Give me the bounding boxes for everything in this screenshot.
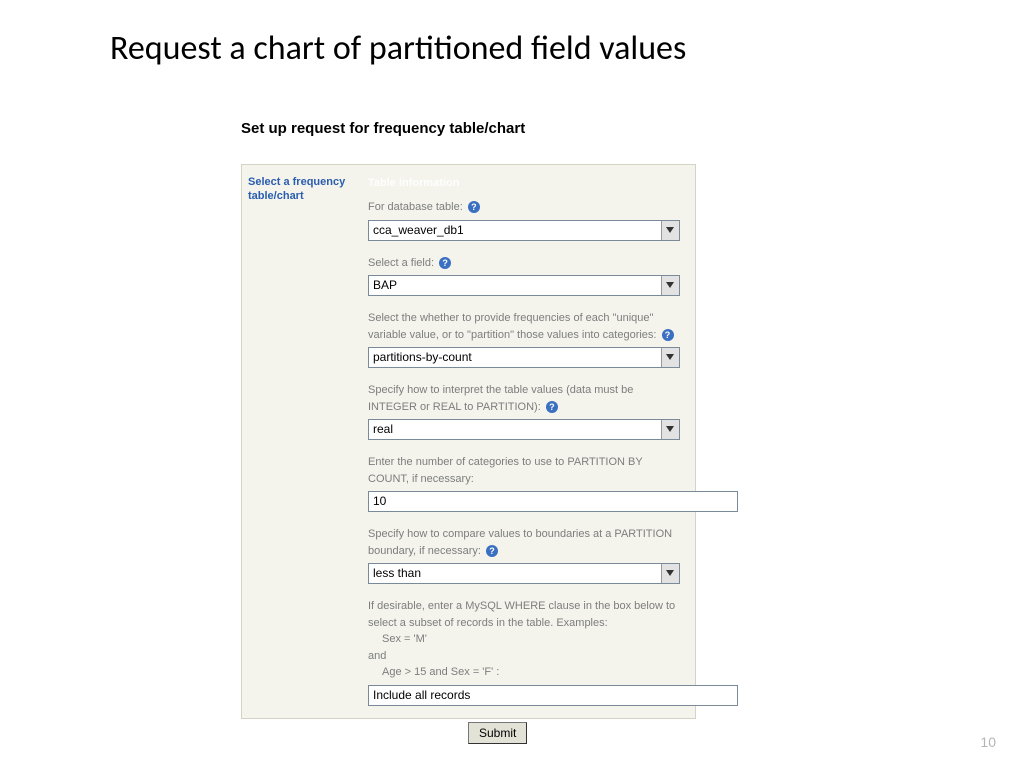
cmp-label: Specify how to compare values to boundar… — [368, 526, 681, 559]
section-heading: Table information — [368, 177, 681, 189]
field-label: Select a field: ? — [368, 255, 681, 272]
cmp-value: less than — [373, 566, 421, 580]
db-table-select[interactable]: cca_weaver_db1 — [368, 220, 680, 241]
page-title: Request a chart of partitioned field val… — [110, 28, 686, 69]
ncat-label: Enter the number of categories to use to… — [368, 454, 681, 487]
help-icon[interactable]: ? — [486, 545, 498, 557]
form-heading: Set up request for frequency table/chart — [241, 120, 525, 137]
mode-value: partitions-by-count — [373, 350, 472, 364]
chevron-down-icon — [661, 276, 679, 295]
dtype-label: Specify how to interpret the table value… — [368, 382, 681, 415]
chevron-down-icon — [661, 221, 679, 240]
where-input[interactable]: Include all records — [368, 685, 738, 706]
db-table-label: For database table: ? — [368, 199, 681, 216]
dtype-select[interactable]: real — [368, 419, 680, 440]
field-select[interactable]: BAP — [368, 275, 680, 296]
mode-select[interactable]: partitions-by-count — [368, 347, 680, 368]
dtype-value: real — [373, 422, 393, 436]
chevron-down-icon — [661, 564, 679, 583]
where-help-text: If desirable, enter a MySQL WHERE clause… — [368, 598, 681, 681]
chevron-down-icon — [661, 348, 679, 367]
chevron-down-icon — [661, 420, 679, 439]
help-icon[interactable]: ? — [439, 257, 451, 269]
ncat-input[interactable]: 10 — [368, 491, 738, 512]
help-icon[interactable]: ? — [546, 401, 558, 413]
submit-button[interactable]: Submit — [468, 722, 527, 744]
help-icon[interactable]: ? — [662, 329, 674, 341]
db-table-value: cca_weaver_db1 — [373, 223, 464, 237]
field-value: BAP — [373, 278, 397, 292]
form-panel: Select a frequency table/chart Table inf… — [241, 164, 696, 719]
page-number: 10 — [980, 734, 996, 750]
sidebar-step-label: Select a frequency table/chart — [242, 165, 362, 204]
cmp-select[interactable]: less than — [368, 563, 680, 584]
mode-label: Select the whether to provide frequencie… — [368, 310, 681, 343]
help-icon[interactable]: ? — [468, 201, 480, 213]
